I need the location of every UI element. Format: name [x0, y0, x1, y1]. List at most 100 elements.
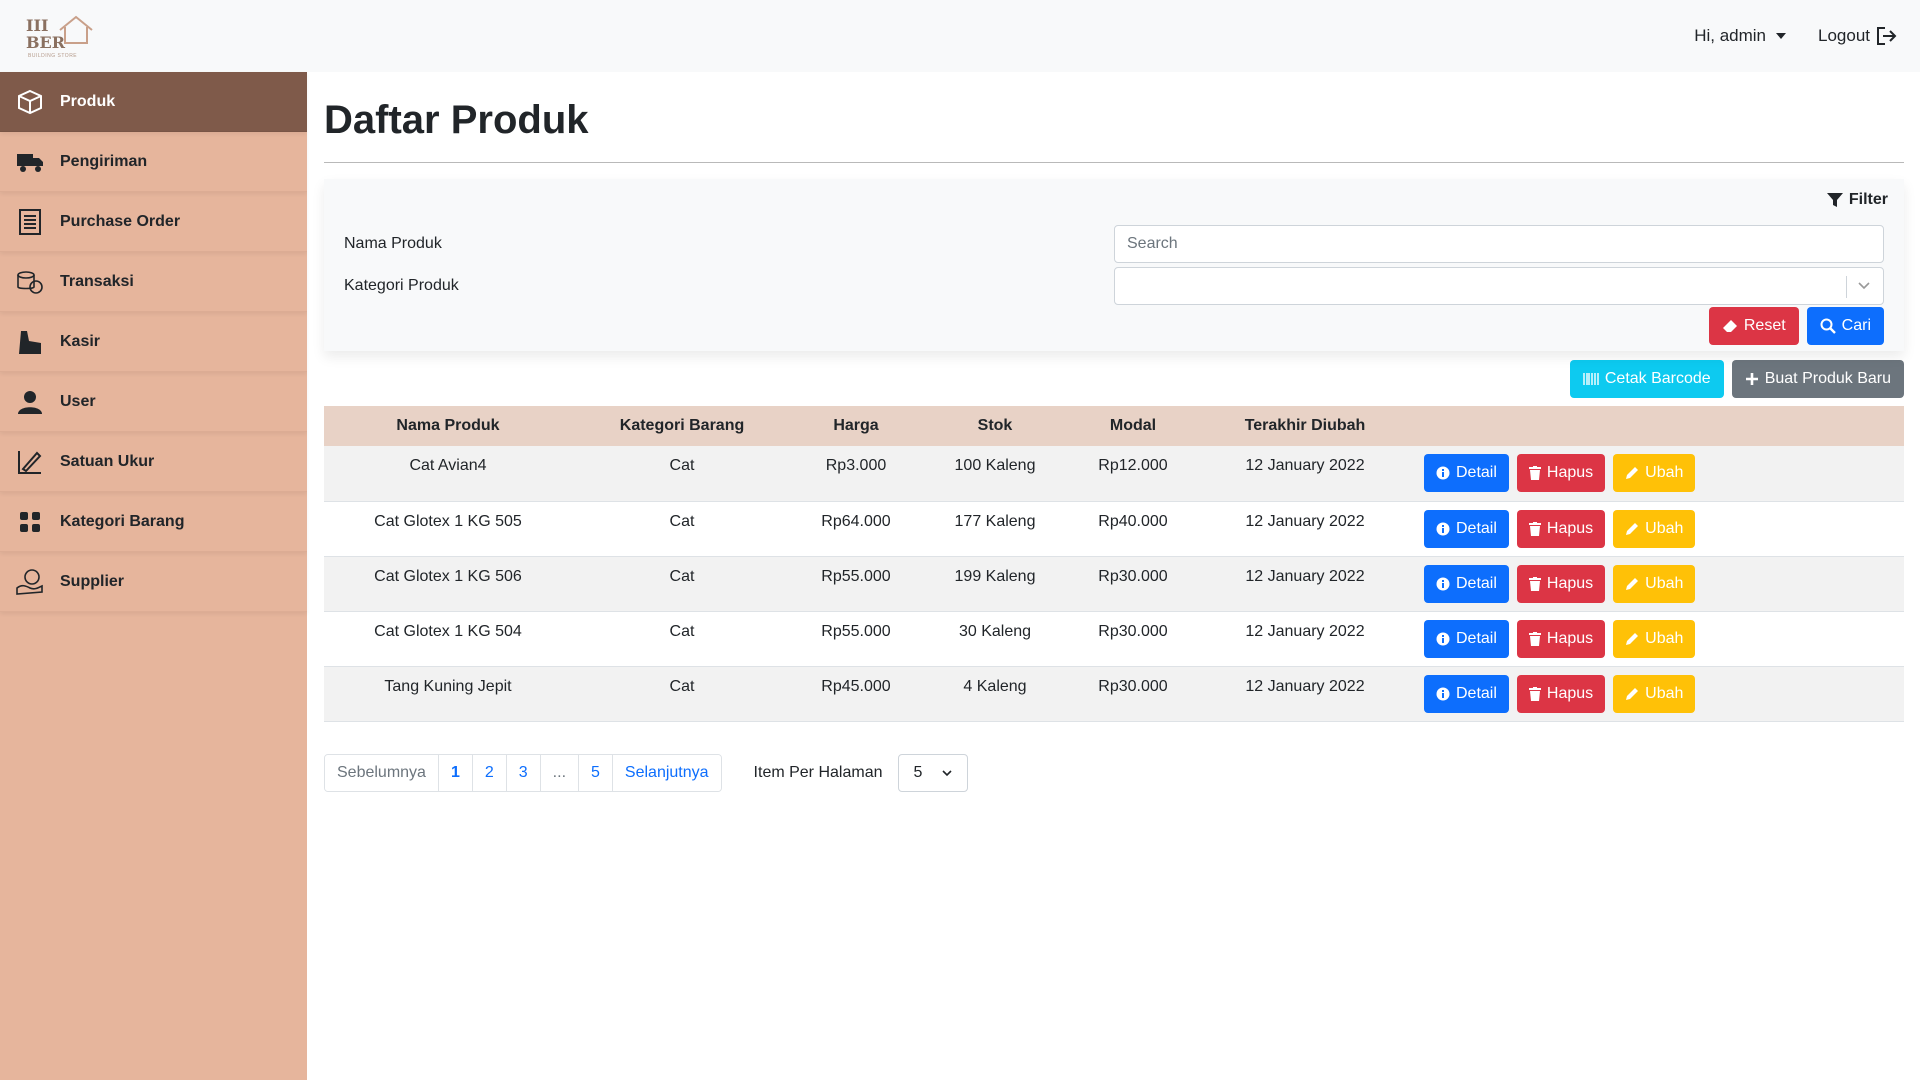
detail-button[interactable]: Detail: [1424, 509, 1509, 548]
hapus-button[interactable]: Hapus: [1516, 509, 1606, 548]
info-circle-icon: [1436, 522, 1450, 535]
cell-diubah: 12 January 2022: [1245, 567, 1365, 585]
ubah-button[interactable]: Ubah: [1613, 674, 1696, 713]
box-icon: [16, 88, 44, 116]
sidebar-item-label: Purchase Order: [60, 212, 181, 230]
filter-toggle[interactable]: Filter: [1826, 191, 1888, 209]
buat-produk-baru-button[interactable]: Buat Produk Baru: [1731, 360, 1904, 398]
grid-icon: [16, 508, 44, 536]
ubah-button[interactable]: Ubah: [1613, 454, 1696, 493]
detail-button[interactable]: Detail: [1424, 454, 1509, 493]
ubah-button[interactable]: Ubah: [1613, 619, 1696, 658]
hapus-label: Hapus: [1546, 574, 1594, 592]
filter-panel: Filter Nama Produk Kategori Produk Reset…: [324, 179, 1904, 351]
brand-logo[interactable]: III BER BUILDING STORE: [26, 7, 106, 65]
cell-stok: 177 Kaleng: [954, 512, 1036, 530]
cell-nama: Cat Glotex 1 KG 506: [374, 567, 522, 585]
produk-table: Nama Produk Kategori Barang Harga Stok M…: [324, 406, 1904, 722]
detail-button[interactable]: Detail: [1424, 674, 1509, 713]
hapus-button[interactable]: Hapus: [1516, 564, 1606, 603]
pagination-page[interactable]: 3: [505, 754, 540, 791]
ubah-label: Ubah: [1645, 574, 1684, 592]
filter-actions: Reset Cari: [1708, 307, 1884, 345]
sidebar-item-pengiriman[interactable]: Pengiriman: [0, 132, 307, 192]
kategori-produk-label: Kategori Produk: [344, 277, 459, 294]
detail-button[interactable]: Detail: [1424, 564, 1509, 603]
cell-nama: Cat Avian4: [409, 457, 487, 474]
cell-harga: Rp45.000: [821, 677, 891, 695]
ubah-button[interactable]: Ubah: [1613, 509, 1696, 548]
cell-harga: Rp3.000: [825, 457, 887, 474]
row-actions: Detail Hapus Ubah: [1424, 674, 1904, 713]
per-page-label: Item Per Halaman: [753, 763, 883, 781]
sidebar-item-kategori-barang[interactable]: Kategori Barang: [0, 492, 307, 552]
pagination-ellipsis: ...: [539, 754, 579, 791]
logo-subtitle: BUILDING STORE: [28, 53, 78, 59]
info-circle-icon: [1436, 632, 1450, 645]
ubah-button[interactable]: Ubah: [1613, 564, 1696, 603]
page-title: Daftar Produk: [324, 98, 589, 142]
sidebar-item-label: Produk: [60, 92, 116, 110]
reset-label: Reset: [1743, 317, 1786, 334]
detail-button[interactable]: Detail: [1424, 619, 1509, 658]
cari-button[interactable]: Cari: [1806, 307, 1884, 345]
logout-icon: [1877, 27, 1897, 45]
top-navbar: III BER BUILDING STORE Hi, admin Logout: [0, 0, 1920, 72]
chevron-down-icon: [1858, 282, 1870, 290]
per-page-value: 5: [913, 763, 923, 781]
filter-icon: [1826, 193, 1843, 207]
cell-kategori: Cat: [669, 567, 695, 585]
sidebar-item-satuan-ukur[interactable]: Satuan Ukur: [0, 432, 307, 492]
table-header-row: Nama Produk Kategori Barang Harga Stok M…: [324, 406, 1904, 446]
cell-nama: Cat Glotex 1 KG 504: [374, 622, 522, 640]
cetak-barcode-button[interactable]: Cetak Barcode: [1569, 360, 1724, 398]
column-header-actions: [1414, 406, 1904, 446]
hapus-button[interactable]: Hapus: [1516, 454, 1606, 493]
sidebar-item-purchase-order[interactable]: Purchase Order: [0, 192, 307, 252]
sidebar-item-supplier[interactable]: Supplier: [0, 552, 307, 612]
user-menu-dropdown[interactable]: Hi, admin: [1694, 26, 1786, 46]
hapus-button[interactable]: Hapus: [1516, 674, 1606, 713]
per-page-select[interactable]: 5: [898, 753, 969, 792]
pagination-page[interactable]: 5: [578, 754, 612, 791]
cell-diubah: 12 January 2022: [1245, 457, 1365, 474]
hapus-label: Hapus: [1546, 684, 1594, 702]
cell-harga: Rp55.000: [821, 622, 891, 640]
cell-actions: Detail Hapus Ubah: [1414, 556, 1904, 611]
hapus-button[interactable]: Hapus: [1516, 619, 1606, 658]
detail-label: Detail: [1456, 464, 1497, 482]
sidebar-item-label: Pengiriman: [60, 152, 148, 170]
sidebar-item-label: Transaksi: [60, 272, 134, 290]
column-header: Kategori Barang: [619, 417, 745, 434]
logout-button[interactable]: Logout: [1818, 26, 1898, 46]
pagination-page[interactable]: 1: [437, 754, 472, 791]
trash-icon: [1528, 631, 1541, 646]
filter-heading: Filter: [1848, 191, 1888, 208]
pagination-next[interactable]: Selanjutnya: [611, 754, 721, 791]
row-actions: Detail Hapus Ubah: [1424, 454, 1904, 493]
barcode-icon: [1583, 373, 1599, 385]
sidebar-item-user[interactable]: User: [0, 372, 307, 432]
trash-icon: [1528, 576, 1541, 591]
sidebar-item-produk[interactable]: Produk: [0, 72, 307, 132]
info-circle-icon: [1436, 687, 1450, 700]
caret-down-icon: [1776, 33, 1786, 39]
cell-nama: Tang Kuning Jepit: [384, 677, 512, 695]
sidebar-item-kasir[interactable]: Kasir: [0, 312, 307, 372]
detail-label: Detail: [1456, 574, 1497, 592]
sidebar-item-transaksi[interactable]: Transaksi: [0, 252, 307, 312]
house-icon: [59, 15, 93, 44]
detail-label: Detail: [1456, 629, 1497, 647]
reset-button[interactable]: Reset: [1708, 307, 1799, 345]
search-input[interactable]: [1114, 225, 1884, 263]
pagination-prev[interactable]: Sebelumnya: [325, 754, 438, 791]
user-greeting: Hi, admin: [1694, 26, 1766, 45]
cell-harga: Rp55.000: [821, 567, 891, 585]
column-header: Nama Produk: [396, 417, 500, 434]
pagination-page[interactable]: 2: [471, 754, 506, 791]
pencil-icon: [1626, 577, 1639, 590]
chevron-down-icon: [942, 769, 953, 776]
kategori-select[interactable]: [1114, 267, 1884, 305]
table-row: Cat Avian4 Cat Rp3.000 100 Kaleng Rp12.000 12…: [324, 446, 1904, 501]
cell-stok: 4 Kaleng: [963, 677, 1027, 695]
